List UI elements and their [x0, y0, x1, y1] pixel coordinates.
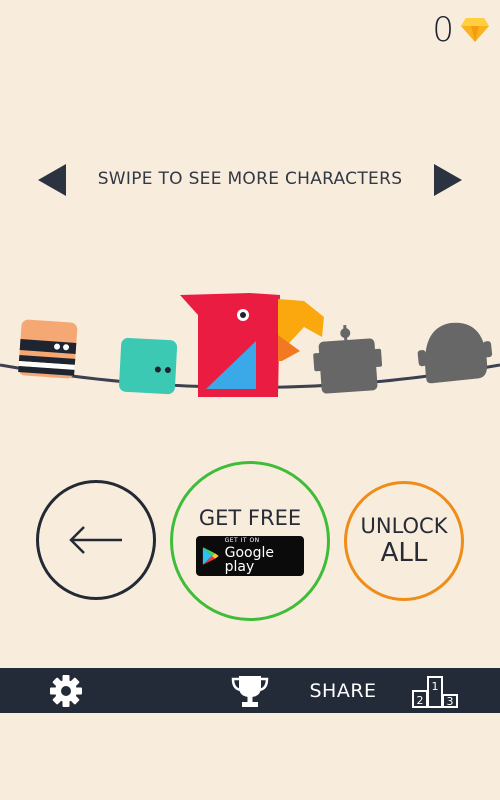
- gear-icon: [50, 674, 82, 707]
- all-label: ALL: [380, 538, 428, 568]
- back-button[interactable]: [36, 480, 156, 600]
- play-store-icon: [202, 547, 219, 565]
- character-teal-block[interactable]: [119, 337, 178, 395]
- gplay-big-text: Google play: [224, 545, 274, 575]
- diamond-icon: [461, 18, 489, 42]
- arrow-right-icon[interactable]: [434, 164, 462, 196]
- podium-icon: 2 1 3: [412, 675, 458, 708]
- get-free-label: GET FREE: [198, 506, 302, 530]
- achievements-button[interactable]: [228, 668, 272, 713]
- gem-count: 0: [432, 10, 454, 50]
- character-bald-head-locked[interactable]: [415, 319, 495, 384]
- swipe-instruction: SWIPE TO SEE MORE CHARACTERS: [97, 169, 403, 189]
- leaderboard-button[interactable]: 2 1 3: [410, 668, 460, 713]
- share-label: SHARE: [309, 679, 377, 702]
- share-button[interactable]: SHARE: [300, 668, 386, 713]
- podium-number-3: 3: [447, 695, 454, 708]
- podium-number-1: 1: [432, 680, 439, 693]
- unlock-label: UNLOCK: [360, 514, 448, 538]
- unlock-all-button[interactable]: UNLOCK ALL: [344, 481, 464, 601]
- podium-number-2: 2: [417, 694, 424, 707]
- google-play-badge[interactable]: GET IT ON Google play: [196, 536, 304, 576]
- character-red-parrot[interactable]: [180, 293, 324, 397]
- gplay-small-text: GET IT ON: [224, 537, 260, 544]
- get-free-button[interactable]: GET FREE GET IT ON Google play: [170, 461, 330, 621]
- swipe-row: SWIPE TO SEE MORE CHARACTERS: [0, 160, 500, 200]
- settings-button[interactable]: [44, 668, 88, 713]
- gem-counter: 0: [432, 10, 490, 50]
- character-stage[interactable]: [0, 285, 500, 415]
- trophy-icon: [231, 675, 269, 707]
- back-arrow-icon: [69, 526, 122, 554]
- character-robber[interactable]: [18, 319, 78, 379]
- bottom-bar: SHARE 2 1 3: [0, 668, 500, 713]
